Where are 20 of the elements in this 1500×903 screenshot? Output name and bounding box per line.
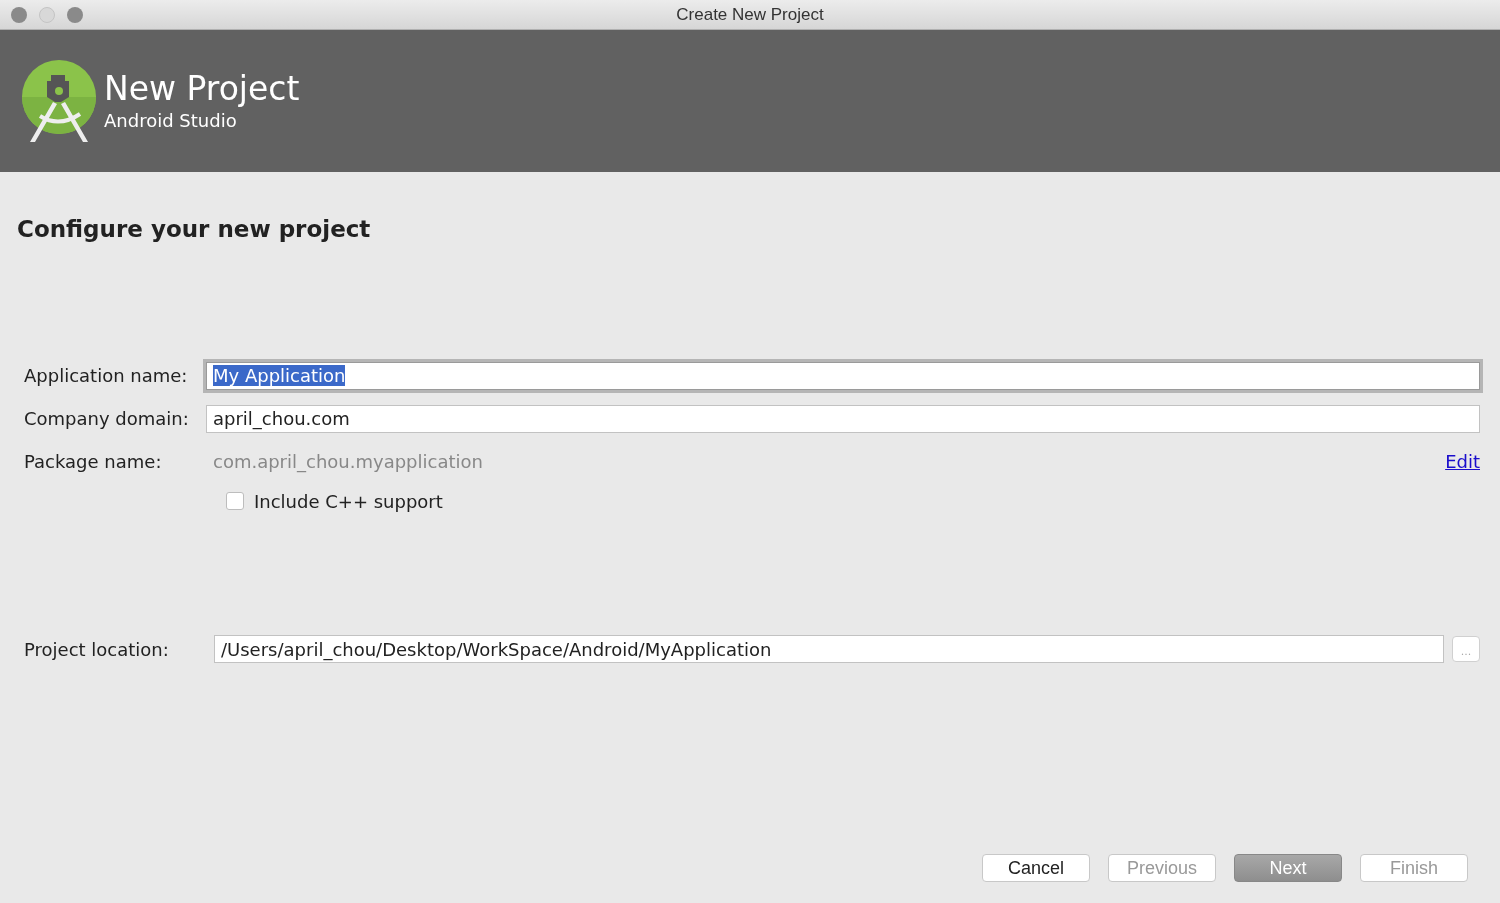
package-name-value: com.april_chou.myapplication	[212, 451, 484, 472]
close-button[interactable]	[11, 6, 27, 23]
input-field[interactable]: My Application	[206, 361, 1480, 390]
checkbox-label: Include C++ support	[254, 490, 443, 512]
header-title: New Project	[104, 69, 300, 109]
dialog-button[interactable]: Cancel	[982, 854, 1090, 882]
header-subtitle: Android Studio	[104, 109, 238, 133]
edit-link[interactable]: Edit	[1445, 451, 1480, 472]
minimize-button[interactable]	[39, 6, 55, 23]
checkbox[interactable]	[226, 492, 244, 510]
field-label: Project location:	[24, 638, 170, 660]
compass-logo-icon	[20, 58, 98, 144]
zoom-button[interactable]	[67, 6, 83, 23]
field-label: Company domain:	[24, 408, 190, 429]
field-label: Package name:	[24, 451, 163, 472]
window-title: Create New Project	[676, 4, 824, 25]
field-label: Application name:	[24, 365, 189, 386]
input-field[interactable]: /Users/april_chou/Desktop/WorkSpace/Android/MyApplication	[214, 635, 1444, 663]
input-field[interactable]: april_chou.com	[206, 404, 1480, 433]
page-heading: Configure your new project	[17, 216, 372, 244]
